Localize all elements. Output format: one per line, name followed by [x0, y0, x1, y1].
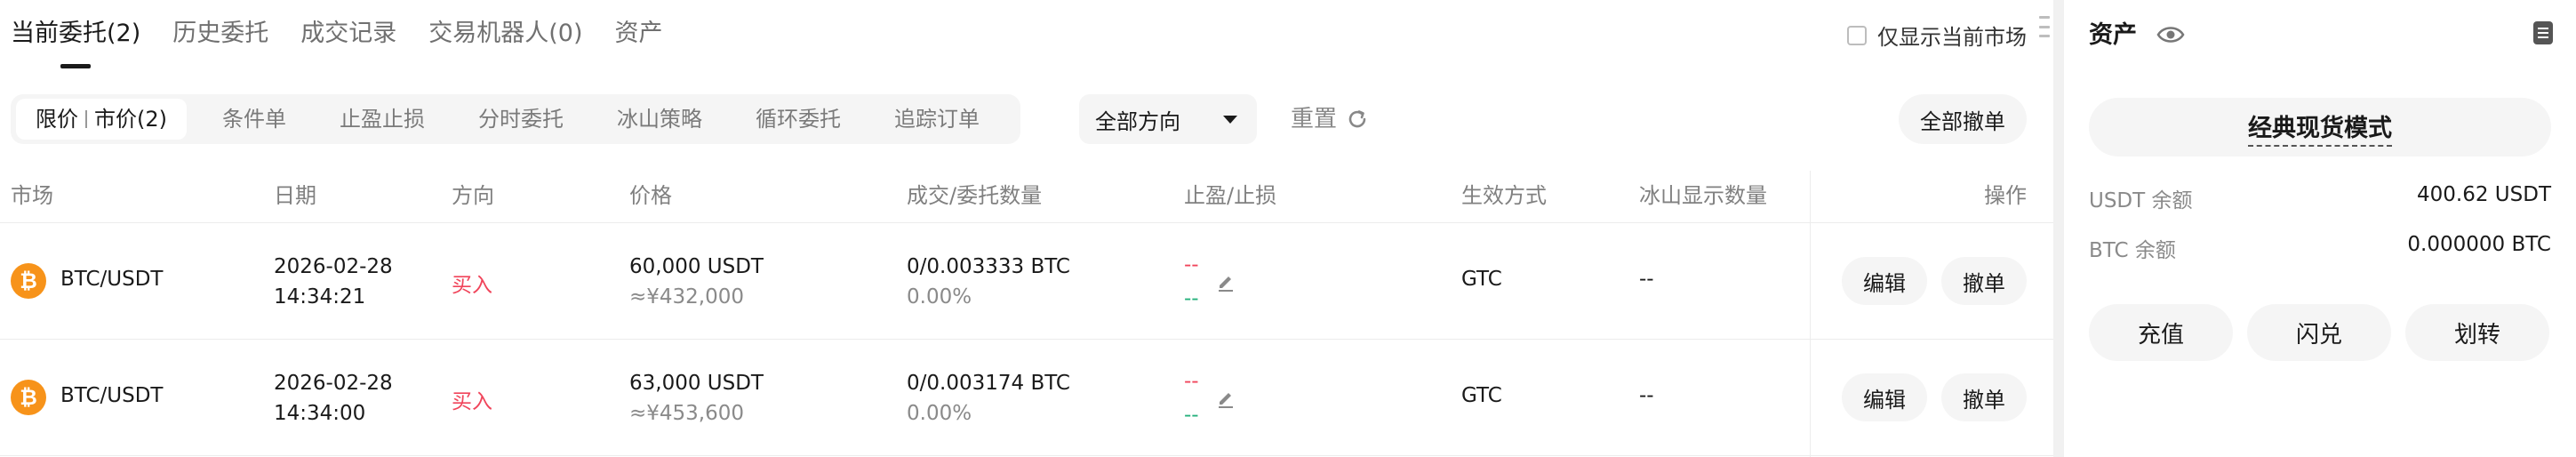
order-iceberg-qty: -- — [1639, 384, 1654, 407]
order-stop-loss: -- — [1184, 287, 1199, 310]
order-type-filter: 限价 市价(2) 条件单 止盈止损 分时委托 冰山策略 循环委托 追踪订单 — [11, 94, 1020, 144]
usdt-balance-value: 400.62 USDT — [2417, 183, 2551, 206]
order-time: 14:34:21 — [274, 285, 366, 309]
only-current-market-toggle[interactable]: 仅显示当前市场 — [1847, 20, 2027, 51]
order-iceberg-qty: -- — [1639, 268, 1654, 291]
col-date: 日期 — [274, 183, 316, 208]
direction-select[interactable]: 全部方向 — [1079, 94, 1257, 144]
pencil-icon[interactable] — [1216, 273, 1236, 293]
order-tabs: 当前委托(2) 历史委托 成交记录 交易机器人(0) 资产 — [11, 16, 695, 71]
order-type-iceberg[interactable]: 冰山策略 — [590, 99, 729, 140]
bitcoin-icon: ₿ — [11, 380, 46, 415]
order-side: 买入 — [452, 274, 492, 297]
order-take-profit: -- — [1184, 253, 1199, 277]
col-side: 方向 — [452, 183, 494, 208]
order-date: 2026-02-28 — [274, 255, 393, 278]
col-iceberg: 冰山显示数量 — [1639, 183, 1767, 208]
trading-mode-label: 经典现货模式 — [2248, 108, 2392, 147]
tab-open-orders[interactable]: 当前委托(2) — [11, 16, 140, 68]
order-type-recurring[interactable]: 循环委托 — [729, 99, 868, 140]
order-filled-percent: 0.00% — [907, 402, 972, 425]
order-filled-percent: 0.00% — [907, 285, 972, 309]
cancel-order-button[interactable]: 撤单 — [1941, 257, 2027, 305]
order-filled: 0/0.003333 BTC 0.00% — [907, 252, 1070, 312]
order-filled-amount: 0/0.003174 BTC — [907, 372, 1070, 395]
tab-order-history[interactable]: 历史委托 — [172, 16, 268, 52]
reset-label: 重置 — [1291, 106, 1338, 132]
order-time-in-force: GTC — [1461, 268, 1502, 291]
assets-title: 资产 — [2089, 21, 2137, 49]
tab-assets[interactable]: 资产 — [615, 16, 663, 52]
direction-select-value: 全部方向 — [1095, 108, 1180, 134]
orders-panel: 当前委托(2) 历史委托 成交记录 交易机器人(0) 资产 仅显示当前市场 限价… — [0, 0, 2053, 457]
refresh-icon — [1348, 110, 1366, 128]
order-filled: 0/0.003174 BTC 0.00% — [907, 368, 1070, 429]
order-price: 60,000 USDT ≈¥432,000 — [629, 252, 764, 312]
edit-order-button[interactable]: 编辑 — [1842, 373, 1927, 421]
cancel-order-button[interactable]: 撤单 — [1941, 373, 2027, 421]
bitcoin-icon: ₿ — [11, 263, 46, 299]
order-market: BTC/USDT — [60, 268, 164, 291]
only-current-market-checkbox[interactable] — [1847, 25, 1867, 45]
pencil-icon[interactable] — [1216, 389, 1236, 409]
order-type-trailing[interactable]: 追踪订单 — [868, 99, 1006, 140]
order-price-cny: ≈¥432,000 — [629, 285, 745, 309]
trading-mode-button[interactable]: 经典现货模式 — [2089, 98, 2551, 156]
order-side: 买入 — [452, 390, 492, 413]
order-tpsl: -- -- — [1184, 365, 1199, 432]
eye-icon[interactable] — [2156, 23, 2185, 46]
table-row: ₿ BTC/USDT 2026-02-28 14:34:21 买入 60,000… — [0, 223, 2053, 339]
order-take-profit: -- — [1184, 370, 1199, 393]
order-type-twap[interactable]: 分时委托 — [452, 99, 590, 140]
order-price-usdt: 63,000 USDT — [629, 372, 764, 395]
order-stop-loss: -- — [1184, 404, 1199, 427]
order-time-in-force: GTC — [1461, 384, 1502, 407]
usdt-balance-label: USDT 余额 — [2089, 189, 2193, 212]
order-filled-amount: 0/0.003333 BTC — [907, 255, 1070, 278]
table-header: 市场 日期 方向 价格 成交/委托数量 止盈/止损 生效方式 冰山显示数量 操作 — [0, 171, 2053, 224]
order-date: 2026-02-28 — [274, 372, 393, 395]
edit-order-button[interactable]: 编辑 — [1842, 257, 1927, 305]
table-row: ₿ BTC/USDT 2026-02-28 14:34:00 买入 63,000… — [0, 340, 2053, 455]
col-filled: 成交/委托数量 — [907, 183, 1043, 208]
divider — [0, 455, 2053, 456]
btc-balance-label: BTC 余额 — [2089, 239, 2176, 262]
btc-balance-value: 0.000000 BTC — [2407, 233, 2551, 256]
col-action: 操作 — [1984, 183, 2027, 208]
col-price: 价格 — [629, 183, 672, 208]
order-datetime: 2026-02-28 14:34:21 — [274, 252, 393, 312]
col-tif: 生效方式 — [1461, 183, 1547, 208]
order-type-limit-label: 限价 — [36, 107, 78, 132]
document-icon[interactable] — [2533, 21, 2553, 44]
order-price: 63,000 USDT ≈¥453,600 — [629, 368, 764, 429]
assets-panel: 资产 经典现货模式 USDT 余额 400.62 USDT BTC 余额 0.0… — [2064, 0, 2576, 457]
convert-button[interactable]: 闪兑 — [2247, 304, 2391, 361]
col-tpsl: 止盈/止损 — [1184, 183, 1277, 208]
order-market: BTC/USDT — [60, 384, 164, 407]
panel-divider — [2053, 0, 2064, 457]
order-type-conditional[interactable]: 条件单 — [196, 99, 313, 140]
order-price-usdt: 60,000 USDT — [629, 255, 764, 278]
cancel-all-button[interactable]: 全部撤单 — [1899, 94, 2027, 144]
col-market: 市场 — [11, 183, 53, 208]
tab-trading-bots[interactable]: 交易机器人(0) — [428, 16, 582, 52]
order-type-market-label: 市价(2) — [94, 107, 167, 132]
order-tpsl: -- -- — [1184, 248, 1199, 316]
deposit-button[interactable]: 充值 — [2089, 304, 2233, 361]
order-price-cny: ≈¥453,600 — [629, 402, 745, 425]
order-datetime: 2026-02-28 14:34:00 — [274, 368, 393, 429]
only-current-market-label: 仅显示当前市场 — [1877, 25, 2027, 50]
tab-trade-history[interactable]: 成交记录 — [300, 16, 396, 52]
transfer-button[interactable]: 划转 — [2405, 304, 2549, 361]
order-time: 14:34:00 — [274, 402, 366, 425]
order-type-limit-market[interactable]: 限价 市价(2) — [16, 99, 187, 140]
reset-button[interactable]: 重置 — [1291, 101, 1369, 137]
order-type-tpsl[interactable]: 止盈止损 — [313, 99, 452, 140]
chevron-down-icon — [1223, 116, 1237, 124]
menu-icon[interactable] — [2039, 16, 2050, 37]
